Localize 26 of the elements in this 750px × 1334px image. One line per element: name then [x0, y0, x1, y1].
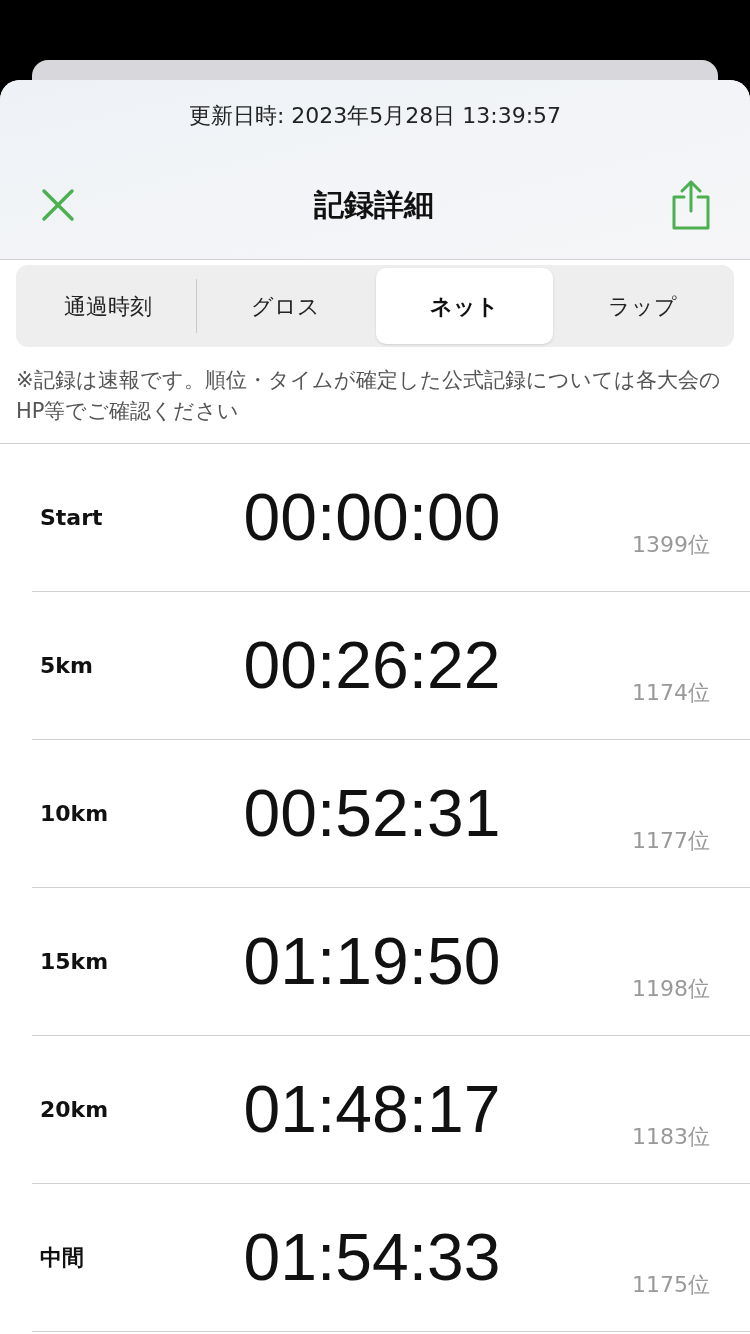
updated-time: 更新日時: 2023年5月28日 13:39:57 — [188, 101, 562, 130]
split-label: 中間 — [39, 1244, 85, 1272]
split-time: 00:26:22 — [242, 627, 502, 704]
split-label: 5km — [39, 652, 94, 680]
split-label: 15km — [39, 948, 110, 976]
split-label: 20km — [39, 1096, 110, 1124]
split-label: 10km — [39, 800, 110, 828]
split-label: Start — [39, 504, 104, 532]
rank-text: 1175位 — [632, 1271, 710, 1299]
rank-text: 1198位 — [632, 975, 710, 1003]
segment-tab[interactable]: ラップ — [553, 268, 731, 344]
segment-tab[interactable]: 通過時刻 — [19, 268, 197, 344]
segment-tab[interactable]: グロス — [197, 268, 375, 344]
rank-text: 1174位 — [632, 679, 710, 707]
share-icon[interactable] — [670, 178, 712, 231]
rank-text: 1183位 — [632, 1123, 710, 1151]
split-time: 01:54:33 — [242, 1219, 502, 1296]
page-title: 記録詳細 — [314, 186, 434, 224]
split-time: 01:19:50 — [242, 923, 502, 1000]
split-time: 00:52:31 — [242, 775, 502, 852]
segment-tab[interactable]: ネット — [375, 268, 553, 344]
split-time: 01:48:17 — [242, 1071, 502, 1148]
disclaimer-note: ※記録は速報です。順位・タイムが確定した公式記録については各大会のHP等でご確認ください — [0, 347, 750, 444]
rank-text: 1399位 — [632, 531, 710, 559]
rank-text: 1177位 — [632, 827, 710, 855]
split-time: 00:00:00 — [242, 479, 502, 556]
